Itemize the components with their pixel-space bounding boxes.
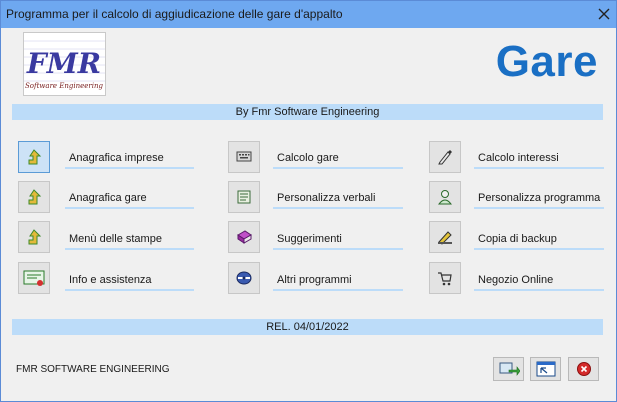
menu-label-personalizza-verbali[interactable]: Personalizza verbali [273, 189, 403, 209]
export-button[interactable] [493, 357, 524, 381]
document-icon [237, 190, 251, 204]
menu-stampe-button[interactable] [18, 221, 50, 253]
exit-button[interactable] [568, 357, 599, 381]
export-icon [499, 362, 520, 376]
arrow-up-icon [28, 229, 42, 245]
menu-label-personalizza-programma[interactable]: Personalizza programma [474, 189, 604, 209]
suggerimenti-button[interactable] [228, 221, 260, 253]
user-icon [437, 190, 453, 205]
menu-label-calcolo-interessi[interactable]: Calcolo interessi [474, 149, 604, 169]
restore-window-button[interactable] [530, 357, 561, 381]
window-title: Programma per il calcolo di aggiudicazio… [6, 7, 343, 21]
window-icon [536, 361, 555, 377]
anagrafica-imprese-button[interactable] [18, 141, 50, 173]
altri-programmi-button[interactable] [228, 262, 260, 294]
menu-label-anagrafica-imprese[interactable]: Anagrafica imprese [65, 149, 194, 169]
personalizza-verbali-button[interactable] [228, 181, 260, 213]
keyboard-icon [236, 151, 252, 162]
release-band: REL. 04/01/2022 [12, 319, 603, 335]
main-window: Programma per il calcolo di aggiudicazio… [0, 0, 617, 402]
cart-icon [438, 272, 452, 286]
backup-icon [438, 231, 452, 245]
menu-label-negozio-online[interactable]: Negozio Online [474, 271, 604, 291]
title-bar[interactable]: Programma per il calcolo di aggiudicazio… [1, 1, 616, 28]
info-assistenza-button[interactable] [18, 262, 50, 294]
menu-label-suggerimenti[interactable]: Suggerimenti [273, 230, 403, 250]
menu-label-copia-backup[interactable]: Copia di backup [474, 230, 604, 250]
menu-label-anagrafica-gare[interactable]: Anagrafica gare [65, 189, 194, 209]
menu-label-menu-stampe[interactable]: Menù delle stampe [65, 230, 194, 250]
negozio-online-button[interactable] [429, 262, 461, 294]
logo-letters: FMR [26, 47, 101, 80]
calcolo-interessi-button[interactable] [429, 141, 461, 173]
copia-backup-button[interactable] [429, 221, 461, 253]
close-icon[interactable] [598, 8, 610, 20]
menu-label-altri-programmi[interactable]: Altri programmi [273, 271, 403, 291]
book-icon [237, 230, 252, 244]
footer-company: FMR SOFTWARE ENGINEERING [16, 364, 170, 375]
arrow-up-icon [28, 149, 42, 165]
calcolo-gare-button[interactable] [228, 141, 260, 173]
logo-caption: Software Engineering [25, 82, 104, 90]
menu-label-info-assistenza[interactable]: Info e assistenza [65, 271, 194, 291]
menu-label-calcolo-gare[interactable]: Calcolo gare [273, 149, 403, 169]
pen-icon [438, 150, 452, 165]
anagrafica-gare-button[interactable] [18, 181, 50, 213]
disk-icon [236, 271, 252, 285]
company-logo: FMR Software Engineering [23, 32, 106, 96]
exit-icon [576, 362, 591, 376]
personalizza-programma-button[interactable] [429, 181, 461, 213]
arrow-up-icon [28, 189, 42, 205]
byline-band: By Fmr Software Engineering [12, 104, 603, 120]
app-title: Gare [495, 37, 598, 86]
info-monitor-icon [23, 270, 45, 286]
